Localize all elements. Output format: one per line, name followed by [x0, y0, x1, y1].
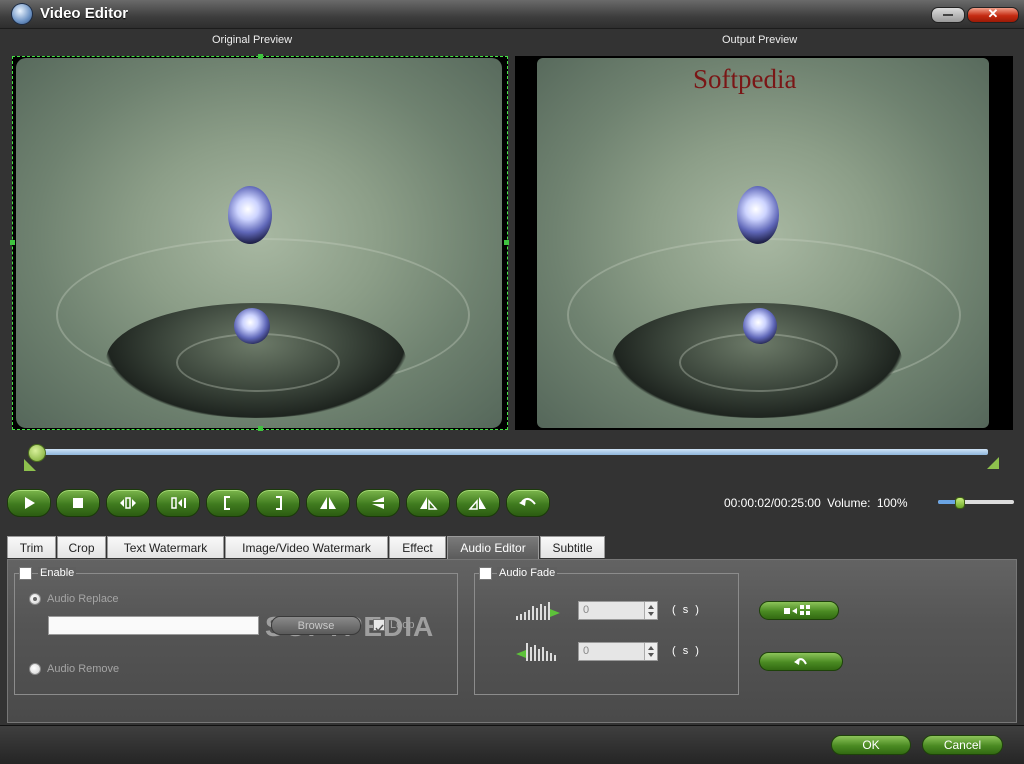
tab-audio-editor[interactable]: Audio Editor [447, 536, 539, 559]
undo-icon [794, 658, 807, 665]
app-logo-icon [12, 4, 32, 24]
audio-remove-radio[interactable] [29, 663, 41, 675]
audio-fade-group [474, 573, 739, 695]
tab-image-video-watermark[interactable]: Image/Video Watermark [225, 536, 388, 558]
mark-out-point-icon [171, 497, 186, 509]
flip-horizontal-icon [372, 497, 384, 509]
tab-effect[interactable]: Effect [389, 536, 446, 558]
tab-subtitle[interactable]: Subtitle [540, 536, 605, 558]
time-readout: 00:00:02/00:25:00 Volume: 100% [724, 496, 908, 510]
cancel-button[interactable]: Cancel [922, 735, 1003, 755]
mark-in-button[interactable] [106, 489, 150, 517]
apply-to-all-icon [784, 605, 810, 615]
fade-in-unit: ( s ) [672, 604, 701, 616]
loop-checkbox[interactable] [373, 619, 385, 633]
rotate-right-button[interactable] [456, 489, 500, 517]
output-preview-label: Output Preview [722, 34, 798, 46]
timeline-slider[interactable] [40, 449, 988, 455]
tab-trim[interactable]: Trim [7, 536, 56, 558]
video-frame [16, 58, 502, 428]
volume-value: 100% [876, 496, 908, 510]
volume-knob[interactable] [955, 497, 965, 509]
enable-checkbox[interactable] [19, 567, 32, 580]
output-preview: Softpedia [515, 56, 1013, 430]
trim-end-marker[interactable] [987, 457, 999, 469]
window-title: Video Editor [40, 5, 129, 22]
flip-horizontal-button[interactable] [356, 489, 400, 517]
checkmark-icon [375, 624, 384, 633]
crop-handle-top[interactable] [258, 54, 263, 59]
video-frame: Softpedia [537, 58, 989, 428]
fade-out-unit: ( s ) [672, 645, 701, 657]
title-bar[interactable]: Video Editor ✕ [0, 0, 1024, 29]
water-drop-splash [743, 308, 777, 344]
audio-fade-label: Audio Fade [497, 567, 558, 579]
close-icon: ✕ [987, 6, 999, 21]
fade-in-icon [516, 602, 560, 620]
restore-defaults-button[interactable] [759, 652, 843, 671]
rotate-left-button[interactable] [406, 489, 450, 517]
tab-crop[interactable]: Crop [57, 536, 106, 558]
audio-file-path-input[interactable] [48, 616, 259, 635]
audio-remove-label: Audio Remove [47, 663, 120, 675]
fade-in-duration-spinner[interactable]: 0 [578, 601, 658, 620]
original-preview[interactable] [12, 56, 508, 430]
video-editor-window: Video Editor ✕ Original Preview Output P… [0, 0, 1024, 764]
crop-handle-left[interactable] [10, 240, 15, 245]
text-watermark: Softpedia [693, 64, 797, 94]
rotate-left-icon [420, 497, 438, 510]
play-icon [25, 497, 35, 509]
water-drop-splash [234, 308, 270, 344]
volume-slider[interactable] [938, 500, 1014, 504]
stop-icon [73, 498, 83, 508]
undo-icon [519, 498, 536, 506]
close-button[interactable]: ✕ [967, 6, 1019, 23]
fade-out-duration-spinner[interactable]: 0 [578, 642, 658, 661]
fade-out-icon [516, 643, 556, 661]
apply-to-all-button[interactable] [759, 601, 839, 620]
flip-vertical-icon [320, 497, 336, 509]
water-drop [737, 186, 779, 244]
play-button[interactable] [7, 489, 51, 517]
flip-vertical-button[interactable] [306, 489, 350, 517]
fade-in-value: 0 [583, 604, 590, 616]
trim-start-button[interactable] [206, 489, 250, 517]
undo-button[interactable] [506, 489, 550, 517]
trim-end-button[interactable] [256, 489, 300, 517]
minimize-button[interactable] [931, 7, 965, 23]
spinner-arrows[interactable] [644, 602, 657, 619]
spinner-arrows[interactable] [644, 643, 657, 660]
playback-time: 00:00:02/00:25:00 [724, 496, 821, 510]
enable-label: Enable [38, 567, 77, 579]
loop-label: Loop [390, 619, 415, 631]
volume-label: Volume: [827, 496, 871, 510]
original-preview-label: Original Preview [212, 34, 293, 46]
rotate-right-icon [468, 497, 486, 510]
tab-text-watermark[interactable]: Text Watermark [107, 536, 224, 558]
crop-handle-bottom[interactable] [258, 426, 263, 431]
mark-out-button[interactable] [156, 489, 200, 517]
timeline-position-knob[interactable] [28, 444, 46, 462]
trim-end-icon [276, 496, 282, 510]
stop-button[interactable] [56, 489, 100, 517]
crop-handle-right[interactable] [504, 240, 509, 245]
trim-start-icon [224, 496, 230, 510]
ok-button[interactable]: OK [831, 735, 911, 755]
audio-replace-radio[interactable] [29, 593, 41, 605]
fade-out-value: 0 [583, 645, 590, 657]
mark-in-point-icon [120, 497, 136, 509]
water-drop [228, 186, 272, 244]
audio-replace-label: Audio Replace [47, 593, 119, 605]
audio-fade-checkbox[interactable] [479, 567, 492, 580]
browse-button[interactable]: Browse [271, 616, 361, 635]
